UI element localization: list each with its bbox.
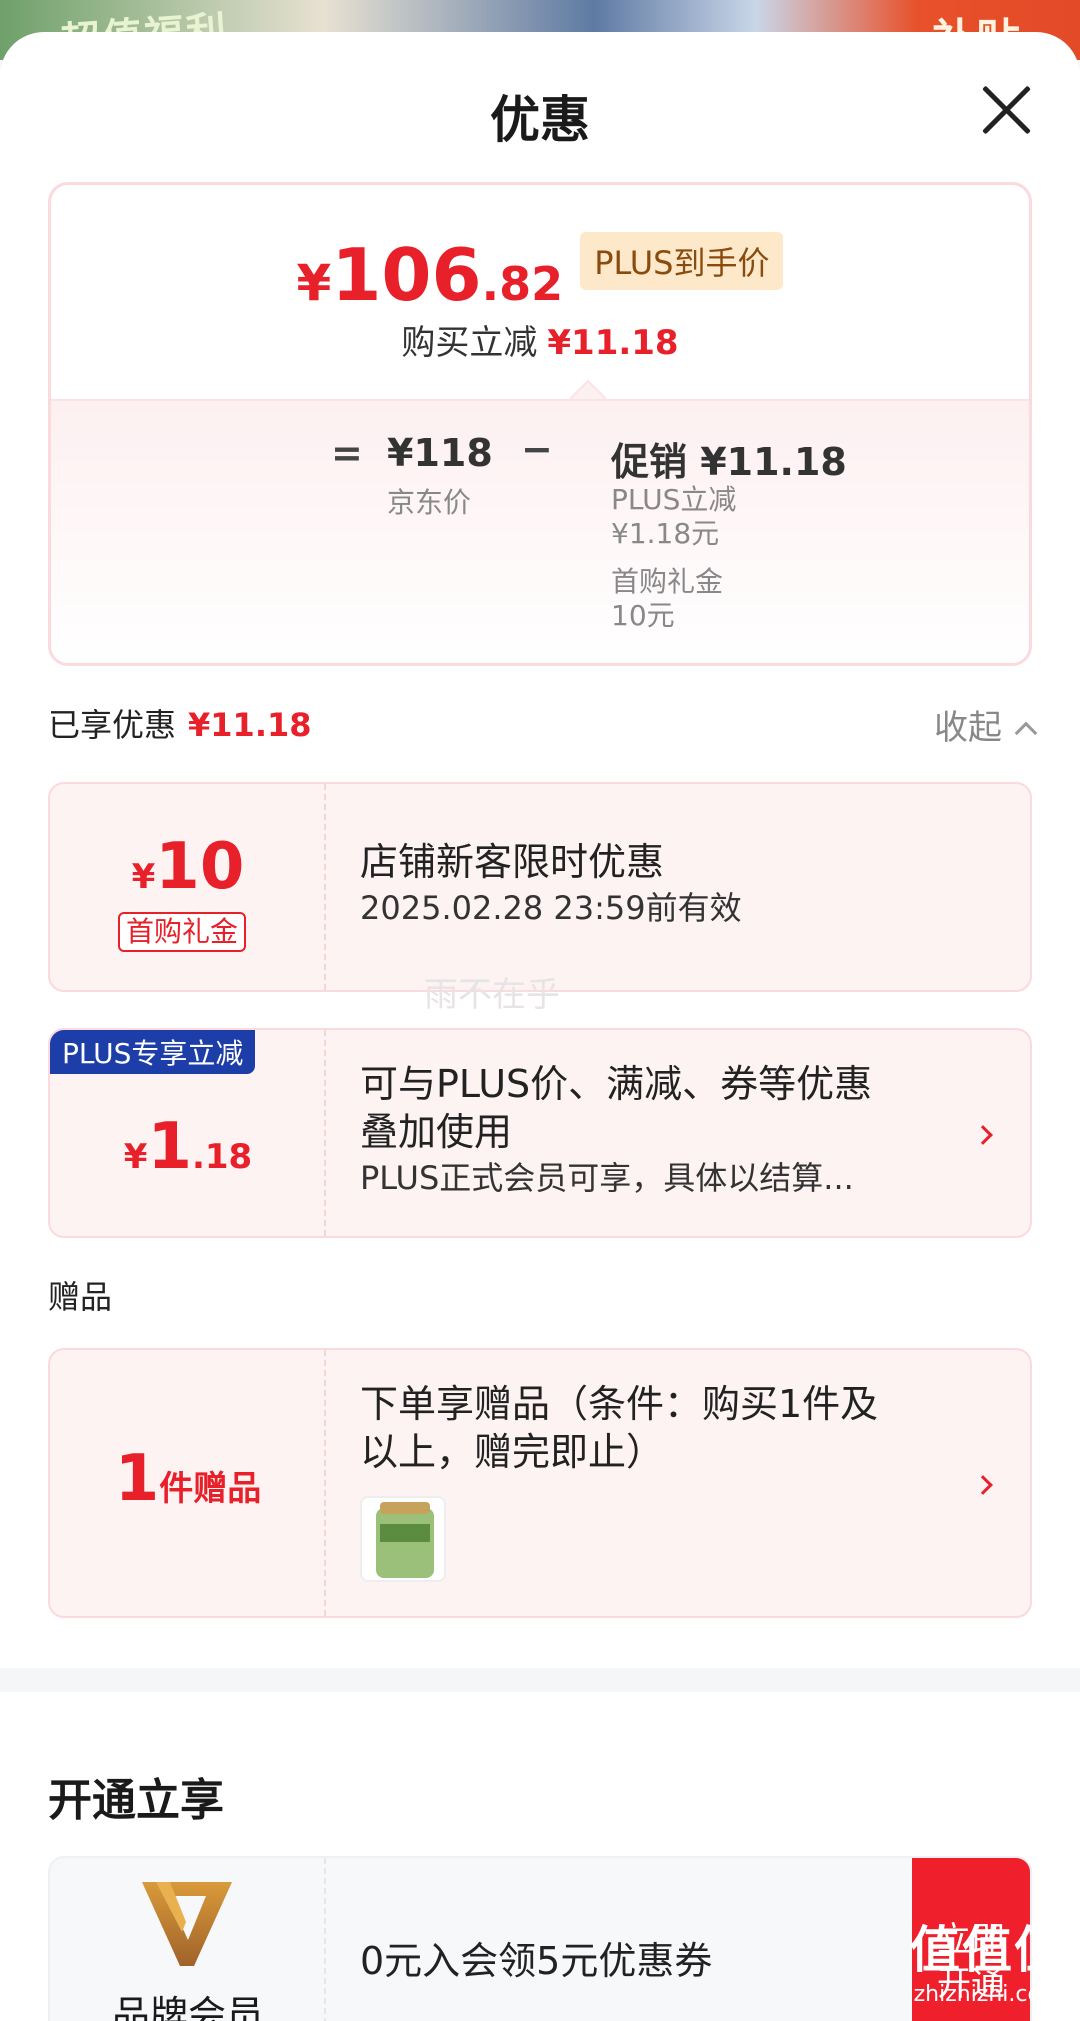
- gift-section-label: 赠品: [48, 1278, 113, 1316]
- plus-price-badge: PLUS到手价: [580, 232, 784, 290]
- chevron-up-icon: [1014, 721, 1038, 745]
- coupon-note: PLUS正式会员可享，具体以结算...: [360, 1159, 854, 1197]
- coupon-plus-discount[interactable]: PLUS专享立减 ¥1.18 可与PLUS价、满减、券等优惠 叠加使用 PLUS…: [48, 1028, 1032, 1238]
- close-icon[interactable]: [978, 82, 1034, 138]
- gift-product-thumbnail[interactable]: [360, 1496, 446, 1582]
- coupon-title-line2: 叠加使用: [360, 1110, 513, 1154]
- site-url: zhizhizhi.com: [913, 1982, 1063, 2007]
- promo-detail-gift-amount: 10元: [611, 599, 675, 632]
- coupon-title: 店铺新客限时优惠: [360, 840, 665, 884]
- brand-member-card: 品牌会员 0元入会领5元优惠券 立即 开通: [48, 1856, 1032, 2021]
- base-price-label: 京东价: [387, 486, 472, 519]
- chevron-right-icon: [973, 1125, 993, 1145]
- gift-title-line2: 以上，赠完即止）: [360, 1430, 665, 1474]
- gift-title-line1: 下单享赠品（条件：购买1件及: [360, 1382, 879, 1426]
- instant-discount-line: 购买立减 ¥11.18: [401, 323, 679, 363]
- promo-total: 促销 ¥11.18: [611, 440, 847, 484]
- member-offer-text: 0元入会领5元优惠券: [360, 1939, 713, 1983]
- site-watermark: 值值值 zhizhizhi.com: [910, 1910, 1066, 2007]
- member-name: 品牌会员: [111, 1993, 264, 2021]
- promo-detail-gift: 首购礼金: [611, 565, 724, 598]
- gift-count: 1件赠品: [114, 1442, 262, 1516]
- coupon-amount: ¥1.18: [123, 1110, 253, 1184]
- gift-card[interactable]: 1件赠品 下单享赠品（条件：购买1件及 以上，赠完即止）: [48, 1348, 1032, 1618]
- equals-sign: =: [331, 431, 363, 475]
- coupon-amount: ¥10: [131, 830, 245, 904]
- minus-sign: −: [521, 427, 553, 471]
- chevron-right-icon: [973, 1475, 993, 1495]
- watermark-text: 雨不在乎: [424, 975, 560, 1015]
- promo-detail-plus-amount: ¥1.18元: [611, 517, 720, 550]
- plus-exclusive-tag: PLUS专享立减: [50, 1030, 256, 1074]
- sheet-title: 优惠: [490, 91, 590, 149]
- first-purchase-tag: 首购礼金: [118, 912, 247, 952]
- coupon-title-line1: 可与PLUS价、满减、券等优惠: [360, 1062, 873, 1106]
- base-price: ¥118: [387, 431, 493, 475]
- brand-v-logo-icon: [142, 1882, 232, 1966]
- promo-detail-plus: PLUS立减: [611, 483, 737, 516]
- enjoyed-discount: 已享优惠 ¥11.18: [48, 706, 312, 744]
- price-summary-card: ¥106.82 PLUS到手价 购买立减 ¥11.18 = ¥118 京东价 − …: [48, 182, 1032, 666]
- coupon-first-purchase: ¥10 首购礼金 店铺新客限时优惠 2025.02.28 23:59前有效: [48, 782, 1032, 992]
- final-price: ¥106.82: [296, 233, 564, 317]
- price-breakdown: = ¥118 京东价 − 促销 ¥11.18 PLUS立减 ¥1.18元 首购礼…: [51, 399, 1029, 663]
- open-section-title: 开通立享: [48, 1775, 224, 1826]
- discount-sheet: 优惠 ¥106.82 PLUS到手价 购买立减 ¥11.18 = ¥118 京东价…: [0, 32, 1080, 2021]
- site-logo: 值值值: [910, 1921, 1066, 1979]
- coupon-validity: 2025.02.28 23:59前有效: [360, 889, 742, 927]
- collapse-toggle[interactable]: 收起: [934, 700, 1038, 749]
- section-divider: [0, 1668, 1080, 1692]
